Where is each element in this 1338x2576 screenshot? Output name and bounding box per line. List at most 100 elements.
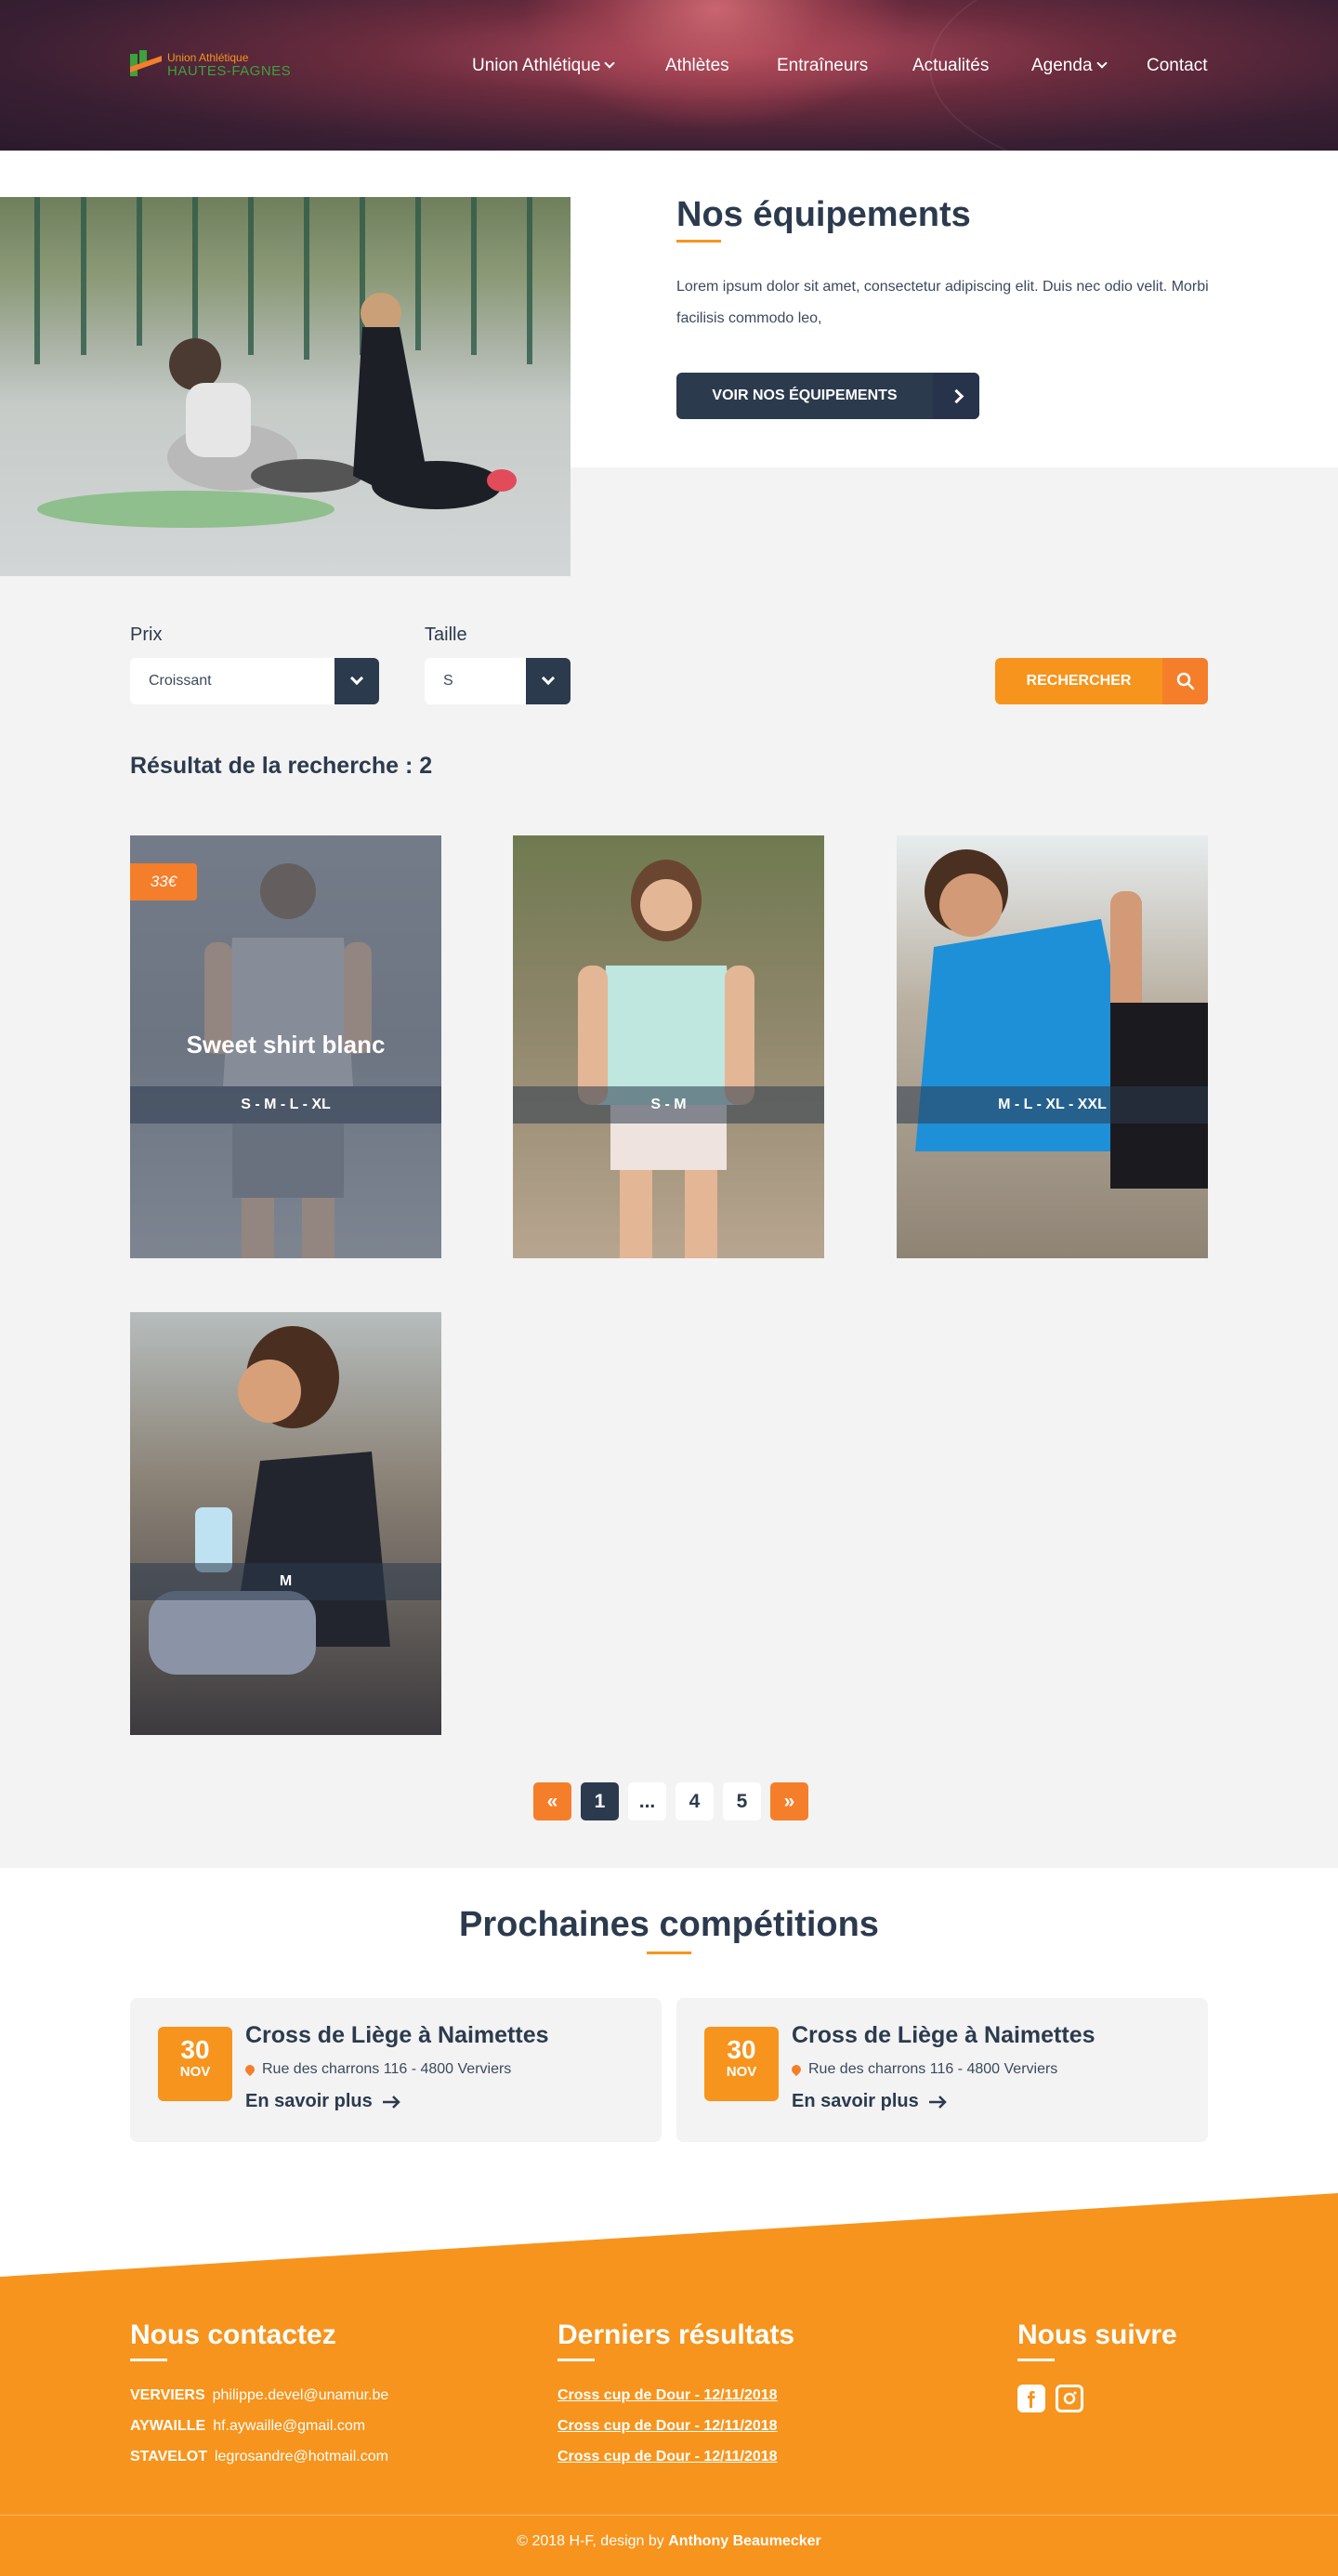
- title-underline: [676, 240, 721, 243]
- button-label: VOIR NOS ÉQUIPEMENTS: [712, 388, 898, 403]
- contact-city: VERVIERS: [130, 2387, 205, 2403]
- instagram-glyph: [1063, 2391, 1077, 2405]
- address-text: Rue des charrons 116 - 4800 Verviers: [808, 2061, 1058, 2077]
- contact-line: STAVELOT legrosandre@hotmail.com: [130, 2449, 388, 2465]
- logo-icon: [130, 50, 162, 76]
- nav-label: Agenda: [1031, 56, 1093, 75]
- map-pin-icon: [789, 2062, 804, 2077]
- dropdown-button[interactable]: [526, 658, 571, 704]
- site-logo[interactable]: Union Athlétique HAUTES-FAGNES: [130, 48, 297, 82]
- result-link[interactable]: Cross cup de Dour - 12/11/2018: [558, 2387, 778, 2404]
- competitions-title: Prochaines compétitions: [459, 1905, 879, 1944]
- chevron-down-icon: [541, 671, 556, 686]
- product-card[interactable]: S - M: [513, 835, 824, 1258]
- site-footer: [0, 2193, 1338, 2576]
- equipment-title: Nos équipements: [676, 195, 971, 234]
- nav-item-athletes[interactable]: Athlètes: [665, 56, 777, 76]
- product-card[interactable]: M: [130, 1312, 441, 1735]
- logo-line2: HAUTES-FAGNES: [167, 63, 292, 79]
- result-link[interactable]: Cross cup de Dour - 12/11/2018: [558, 2418, 778, 2435]
- select-value: Croissant: [149, 673, 212, 689]
- nav-label: Actualités: [912, 56, 990, 75]
- size-select[interactable]: S: [425, 658, 571, 704]
- contact-email[interactable]: philippe.devel@unamur.be: [213, 2387, 389, 2403]
- price-badge: 33€: [130, 863, 197, 900]
- chevron-down-icon: [604, 58, 616, 69]
- dropdown-button[interactable]: [334, 658, 379, 704]
- nav-item-contact[interactable]: Contact: [1147, 56, 1207, 76]
- nav-item-entraineurs[interactable]: Entraîneurs: [777, 56, 912, 76]
- event-day: 30: [727, 2035, 756, 2064]
- sizes-band: S - M - L - XL: [130, 1086, 441, 1124]
- event-card: 30 NOV Cross de Liège à Naimettes Rue de…: [130, 1998, 662, 2142]
- event-more-link[interactable]: En savoir plus: [792, 2091, 947, 2112]
- search-button[interactable]: RECHERCHER: [995, 658, 1208, 704]
- nav-label: Entraîneurs: [777, 56, 869, 75]
- first-page-button[interactable]: «: [533, 1782, 571, 1820]
- select-value: S: [443, 673, 453, 689]
- arrow-right-icon: [382, 2095, 400, 2109]
- facebook-glyph: [1028, 2391, 1035, 2408]
- price-select[interactable]: Croissant: [130, 658, 379, 704]
- contact-city: STAVELOT: [130, 2449, 207, 2464]
- facebook-icon[interactable]: [1017, 2385, 1045, 2412]
- title-underline: [558, 2359, 595, 2361]
- chevron-right-icon: [949, 388, 964, 403]
- event-address: Rue des charrons 116 - 4800 Verviers: [243, 2061, 512, 2078]
- results-title: Derniers résultats: [558, 2320, 795, 2350]
- main-nav: Union Athlétique Athlètes Entraîneurs Ac…: [472, 56, 1207, 76]
- logo-line1: Union Athlétique: [167, 51, 249, 64]
- equipment-photo: [0, 197, 571, 576]
- event-month: NOV: [179, 2064, 211, 2080]
- designer-name[interactable]: Anthony Beaumecker: [668, 2533, 821, 2549]
- contact-title: Nous contactez: [130, 2320, 336, 2350]
- event-date: 30 NOV: [704, 2027, 779, 2101]
- equipment-text: Lorem ipsum dolor sit amet, consectetur …: [676, 279, 1209, 326]
- map-pin-icon: [243, 2062, 257, 2077]
- page-button-5[interactable]: 5: [723, 1782, 761, 1820]
- contact-email[interactable]: legrosandre@hotmail.com: [215, 2449, 388, 2464]
- nav-label: Athlètes: [665, 56, 729, 75]
- product-card[interactable]: M - L - XL - XXL: [897, 835, 1208, 1258]
- contact-email[interactable]: hf.aywaille@gmail.com: [213, 2418, 365, 2434]
- last-page-button[interactable]: »: [770, 1782, 808, 1820]
- title-underline: [647, 1952, 691, 1954]
- footer-divider: [0, 2515, 1338, 2516]
- contact-city: AYWAILLE: [130, 2418, 206, 2434]
- title-underline: [130, 2359, 167, 2361]
- arrow-right-icon: [928, 2095, 947, 2109]
- more-label: En savoir plus: [792, 2091, 919, 2111]
- chevron-down-icon: [349, 671, 364, 686]
- address-text: Rue des charrons 116 - 4800 Verviers: [262, 2061, 512, 2077]
- nav-item-agenda[interactable]: Agenda: [1031, 56, 1147, 76]
- nav-item-union-athletique[interactable]: Union Athlétique: [472, 56, 665, 76]
- page-button-1[interactable]: 1: [581, 1782, 619, 1820]
- page-button-4[interactable]: 4: [676, 1782, 714, 1820]
- search-icon-box: [1162, 658, 1208, 704]
- product-card[interactable]: 33€ Sweet shirt blanc S - M - L - XL: [130, 835, 441, 1258]
- sizes-band: M: [130, 1563, 441, 1600]
- sizes-band: S - M: [513, 1086, 824, 1124]
- nav-label: Contact: [1147, 56, 1208, 75]
- title-underline: [1017, 2359, 1055, 2361]
- page-ellipsis: ...: [628, 1782, 666, 1820]
- price-label: Prix: [130, 624, 163, 645]
- arrow-right-box: [933, 373, 979, 419]
- chevron-down-icon: [1095, 58, 1108, 69]
- button-label: RECHERCHER: [1026, 673, 1132, 689]
- copyright: © 2018 H-F, design by Anthony Beaumecker: [0, 2533, 1338, 2550]
- event-more-link[interactable]: En savoir plus: [245, 2091, 400, 2112]
- result-link[interactable]: Cross cup de Dour - 12/11/2018: [558, 2449, 778, 2465]
- size-label: Taille: [425, 624, 467, 645]
- instagram-icon[interactable]: [1056, 2385, 1083, 2412]
- event-month: NOV: [726, 2064, 757, 2080]
- result-title: Résultat de la recherche : 2: [130, 753, 433, 779]
- nav-item-actualites[interactable]: Actualités: [912, 56, 1031, 76]
- follow-title: Nous suivre: [1017, 2320, 1177, 2350]
- contact-line: AYWAILLE hf.aywaille@gmail.com: [130, 2418, 365, 2435]
- site-header: Union Athlétique HAUTES-FAGNES Union Ath…: [0, 0, 1338, 151]
- search-icon: [1176, 672, 1194, 690]
- copyright-text: © 2018 H-F, design by: [517, 2533, 664, 2549]
- view-equipment-button[interactable]: VOIR NOS ÉQUIPEMENTS: [676, 373, 979, 419]
- event-title: Cross de Liège à Naimettes: [792, 2022, 1095, 2048]
